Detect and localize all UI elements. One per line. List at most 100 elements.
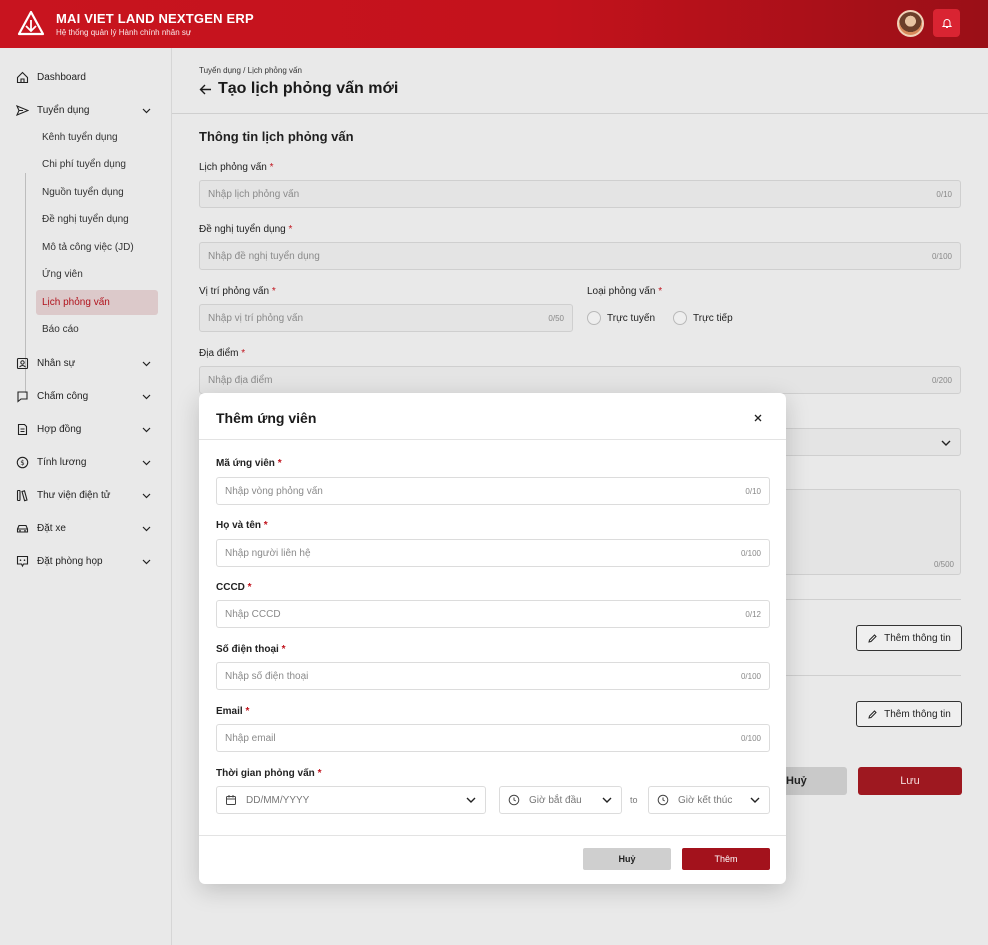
cccd-input[interactable]: Nhập CCCD 0/12: [216, 600, 770, 628]
modal-add-button[interactable]: Thêm: [682, 848, 770, 870]
avatar[interactable]: [897, 10, 924, 37]
sidebar-item-payroll[interactable]: $ Tính lương: [0, 449, 172, 475]
add-info-button[interactable]: Thêm thông tin: [856, 625, 962, 651]
sidebar-subitem-candidates[interactable]: Ứng viên: [36, 262, 158, 287]
radio-offline[interactable]: Trực tiếp: [673, 311, 733, 325]
sidebar-subitem-jd[interactable]: Mô tả công việc (JD): [36, 235, 158, 260]
page-cancel-button[interactable]: Huỷ: [786, 767, 847, 795]
field-label-location: Địa điểm *: [199, 348, 246, 359]
sidebar-item-contracts[interactable]: Hợp đồng: [0, 416, 172, 442]
chevron-down-icon: [602, 797, 612, 803]
clock-icon: [508, 794, 520, 806]
chevron-down-icon: [142, 460, 151, 465]
sidebar-item-hr[interactable]: Nhân sự: [0, 350, 172, 376]
char-count: 0/100: [740, 671, 761, 681]
radio-label: Trực tiếp: [693, 312, 733, 324]
sidebar-item-car-booking[interactable]: Đặt xe: [0, 515, 172, 541]
notes-textarea[interactable]: 0/500: [786, 489, 961, 575]
car-icon: [16, 524, 29, 533]
dollar-icon: $: [16, 456, 29, 468]
page-title: Tạo lịch phỏng vấn mới: [218, 80, 399, 97]
char-count: 0/100: [740, 548, 761, 558]
top-bar: MAI VIET LAND NEXTGEN ERP Hệ thống quản …: [0, 0, 988, 48]
send-icon: [16, 104, 29, 116]
notification-button[interactable]: [933, 9, 960, 37]
button-label: Thêm thông tin: [884, 632, 951, 644]
divider: [199, 835, 786, 836]
sidebar-item-label: Dashboard: [37, 71, 86, 83]
radio-circle[interactable]: [673, 311, 687, 325]
input-placeholder: Nhập email: [225, 732, 276, 744]
sidebar-subitem-costs[interactable]: Chi phí tuyển dụng: [36, 152, 158, 177]
radio-circle[interactable]: [587, 311, 601, 325]
add-info-button-2[interactable]: Thêm thông tin: [856, 701, 962, 727]
char-count: 0/10: [745, 486, 761, 496]
logo-icon[interactable]: [17, 10, 45, 38]
radio-online[interactable]: Trực tuyến: [587, 311, 655, 325]
field-label-email: Email *: [216, 706, 250, 717]
time-range-separator: to: [630, 795, 638, 805]
field-label-position: Vị trí phỏng vấn *: [199, 286, 276, 297]
divider: [786, 675, 961, 676]
char-count: 0/50: [548, 313, 564, 323]
chevron-down-icon: [941, 440, 951, 446]
button-label: Huỷ: [786, 775, 807, 787]
schedule-input[interactable]: Nhập lịch phỏng vấn 0/10: [199, 180, 961, 208]
close-icon[interactable]: [751, 411, 765, 425]
proposal-input[interactable]: Nhập đề nghị tuyển dụng 0/100: [199, 242, 961, 270]
modal-cancel-button[interactable]: Huỷ: [583, 848, 671, 870]
field-label-interview-type: Loại phỏng vấn *: [587, 286, 663, 297]
sidebar-item-dashboard[interactable]: Dashboard: [0, 64, 172, 90]
sidebar-item-label: Tuyển dụng: [37, 104, 90, 116]
date-picker[interactable]: DD/MM/YYYY: [216, 786, 486, 814]
library-icon: [16, 489, 28, 501]
document-icon: [17, 423, 28, 435]
sidebar-subitem-sources[interactable]: Nguồn tuyển dụng: [36, 180, 158, 205]
chevron-down-icon: [142, 427, 151, 432]
field-label-proposal: Đề nghị tuyển dụng *: [199, 224, 293, 235]
input-placeholder: Nhập CCCD: [225, 608, 281, 620]
back-arrow-icon[interactable]: [199, 83, 212, 96]
phone-input[interactable]: Nhập số điện thoại 0/100: [216, 662, 770, 690]
chevron-down-icon: [142, 394, 151, 399]
chevron-down-icon: [466, 797, 476, 803]
sidebar-item-library[interactable]: Thư viện điện tử: [0, 482, 172, 508]
start-time-placeholder: Giờ bắt đầu: [529, 794, 582, 806]
input-placeholder: Nhập lịch phỏng vấn: [208, 188, 300, 200]
sidebar: Dashboard Tuyển dụng Kênh tuyển dụng Chi…: [0, 48, 172, 945]
svg-text:$: $: [20, 459, 24, 467]
background-select[interactable]: [786, 428, 961, 456]
field-label-cccd: CCCD *: [216, 582, 252, 593]
char-count: 0/10: [936, 189, 952, 199]
breadcrumb[interactable]: Tuyển dụng / Lịch phỏng vấn: [199, 66, 302, 75]
input-placeholder: Nhập số điện thoại: [225, 670, 309, 682]
input-placeholder: Nhập địa điểm: [208, 374, 273, 386]
input-placeholder: Nhập người liên hệ: [225, 547, 311, 559]
char-count: 0/500: [933, 560, 954, 569]
sidebar-subitem-channels[interactable]: Kênh tuyển dụng: [36, 125, 158, 150]
candidate-code-input[interactable]: Nhập vòng phỏng vấn 0/10: [216, 477, 770, 505]
person-card-icon: [16, 357, 29, 369]
field-label-interview-time: Thời gian phỏng vấn *: [216, 768, 322, 779]
sidebar-item-label: Chấm công: [37, 390, 89, 402]
full-name-input[interactable]: Nhập người liên hệ 0/100: [216, 539, 770, 567]
sidebar-item-meeting-room[interactable]: Đặt phòng họp: [0, 548, 172, 574]
page-save-button[interactable]: Lưu: [858, 767, 962, 795]
sidebar-subitem-interview-schedule[interactable]: Lịch phỏng vấn: [36, 290, 158, 315]
meeting-icon: [16, 555, 29, 567]
sidebar-item-recruitment[interactable]: Tuyển dụng: [0, 97, 172, 123]
start-time-picker[interactable]: Giờ bắt đầu: [499, 786, 622, 814]
position-input[interactable]: Nhập vị trí phỏng vấn 0/50: [199, 304, 573, 332]
location-input[interactable]: Nhập địa điểm 0/200: [199, 366, 961, 394]
field-label-schedule: Lịch phỏng vấn *: [199, 162, 274, 173]
end-time-placeholder: Giờ kết thúc: [678, 794, 733, 806]
email-input[interactable]: Nhập email 0/100: [216, 724, 770, 752]
sidebar-item-attendance[interactable]: Chấm công: [0, 383, 172, 409]
sidebar-subitem-reports[interactable]: Báo cáo: [36, 317, 158, 342]
chevron-down-icon: [142, 361, 151, 366]
field-label-phone: Số điện thoại *: [216, 644, 286, 655]
clock-icon: [657, 794, 669, 806]
sidebar-subitem-proposals[interactable]: Đề nghị tuyển dụng: [36, 207, 158, 232]
sidebar-item-label: Tính lương: [37, 456, 87, 468]
end-time-picker[interactable]: Giờ kết thúc: [648, 786, 770, 814]
